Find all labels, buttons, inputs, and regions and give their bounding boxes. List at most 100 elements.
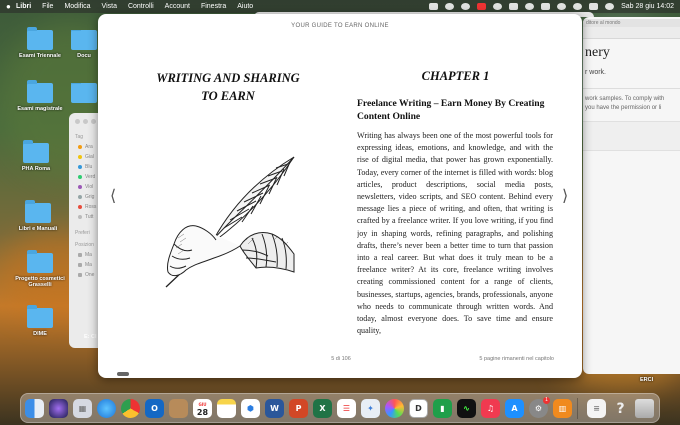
previous-page-button[interactable]: ⟨	[110, 186, 116, 205]
quill-hand-illustration	[165, 156, 295, 288]
book-header: YOUR GUIDE TO EARN ONLINE	[291, 23, 389, 29]
page-number: 5 di 106	[331, 356, 351, 362]
tag-label: Grig	[85, 194, 95, 200]
control-center-icon[interactable]	[589, 3, 599, 10]
calendar-icon[interactable]: GIU 28	[193, 399, 212, 418]
menu-controls[interactable]: Controlli	[128, 3, 154, 10]
photos-viewer-icon[interactable]: ⬢	[241, 399, 260, 418]
divider	[583, 88, 680, 89]
menu-file[interactable]: File	[42, 3, 53, 10]
menu-edit[interactable]: Modifica	[64, 3, 90, 10]
menu-help[interactable]: Aiuto	[237, 3, 253, 10]
tag-label: Ross	[85, 204, 97, 210]
book-reader-window[interactable]: YOUR GUIDE TO EARN ONLINE ⟨ ⟩ WRITING AN…	[98, 14, 582, 378]
next-page-button[interactable]: ⟩	[562, 186, 568, 205]
safari-icon[interactable]	[97, 399, 116, 418]
menu-window[interactable]: Finestra	[201, 3, 226, 10]
folder-icon	[71, 30, 97, 50]
menu-extra-icon[interactable]	[509, 3, 519, 10]
calendar-day: 28	[196, 407, 209, 417]
cloud-icon[interactable]	[461, 3, 471, 10]
dictionary-icon[interactable]: D	[409, 399, 428, 418]
location-label: Ma	[85, 262, 92, 268]
apple-menu-icon[interactable]: ●	[6, 2, 16, 11]
desktop-folder-label: Docu	[77, 53, 91, 59]
tag-color-icon	[78, 205, 82, 209]
desktop-folder[interactable]: Esami Triennale	[10, 27, 70, 59]
left-page-title: WRITING AND SHARING TO EARN	[156, 71, 300, 103]
desktop-folder[interactable]: Progetto cosmetici Grasselli	[10, 250, 70, 288]
search-icon[interactable]	[573, 3, 583, 10]
menu-app-name[interactable]: Libri	[16, 3, 31, 10]
desktop-folder[interactable]: PHA Roma	[6, 140, 66, 172]
word-icon[interactable]: W	[265, 399, 284, 418]
desktop-folder-label: Progetto cosmetici Grasselli	[15, 276, 65, 288]
numbers-icon[interactable]: ▮	[433, 399, 452, 418]
location-label: Ma	[85, 252, 92, 258]
disk-icon	[78, 263, 82, 267]
browser-tab[interactable]: ditore al mondo	[583, 19, 680, 27]
minimize-button[interactable]	[83, 119, 88, 124]
bluetooth-icon[interactable]	[525, 3, 535, 10]
dock: ▦ O GIU 28 ⬢ W P X ☰ ✦ D ▮ ∿ ♫ A ⚙ 1 ▥ ≡…	[20, 393, 660, 423]
folder-icon	[27, 80, 53, 103]
excel-icon[interactable]: X	[313, 399, 332, 418]
notes-icon[interactable]	[169, 399, 188, 418]
wifi-icon[interactable]	[557, 3, 567, 10]
menu-clock[interactable]: Sab 28 giu 14:02	[621, 3, 674, 10]
help-icon[interactable]: ?	[611, 399, 630, 418]
powerpoint-icon[interactable]: P	[289, 399, 308, 418]
desktop-folder-partial[interactable]: Docu	[70, 30, 98, 59]
disk-icon	[78, 253, 82, 257]
cloud-icon	[78, 273, 82, 277]
folder-icon	[71, 83, 97, 103]
finder-icon[interactable]	[25, 399, 44, 418]
battery-icon[interactable]	[541, 3, 551, 10]
chrome-icon[interactable]	[121, 399, 140, 418]
app-store-icon[interactable]: A	[505, 399, 524, 418]
desktop-folder[interactable]: Esami magistrale	[10, 80, 70, 112]
preview-icon[interactable]: ✦	[361, 399, 380, 418]
desktop-folder[interactable]: DIME	[10, 305, 70, 337]
browser-toolbar: ditore al mondo	[583, 19, 680, 39]
content-box	[583, 121, 680, 151]
location-label: One	[85, 272, 95, 278]
outlook-icon[interactable]: O	[145, 399, 164, 418]
chapter-body-text: Writing has always been one of the most …	[357, 131, 553, 336]
desktop-folder-partial[interactable]	[70, 83, 98, 106]
tag-color-icon	[78, 165, 82, 169]
reminders-icon[interactable]: ☰	[337, 399, 356, 418]
books-icon[interactable]: ▥	[553, 399, 572, 418]
folder-icon	[25, 200, 51, 223]
notification-app-icon[interactable]	[477, 3, 487, 10]
desktop-partial-label: ERCI	[640, 377, 654, 383]
window-resize-handle[interactable]	[117, 372, 129, 376]
tag-label: Verd	[85, 174, 96, 180]
activity-monitor-icon[interactable]: ∿	[457, 399, 476, 418]
siri-icon[interactable]	[49, 399, 68, 418]
close-button[interactable]	[75, 119, 80, 124]
chapter-subtitle: Freelance Writing – Earn Money By Creati…	[357, 98, 545, 122]
dropbox-icon[interactable]	[429, 3, 439, 10]
grid-icon[interactable]	[445, 3, 455, 10]
timer-icon[interactable]	[493, 3, 503, 10]
launchpad-icon[interactable]: ▦	[73, 399, 92, 418]
document-icon[interactable]: ≡	[587, 399, 606, 418]
music-icon[interactable]: ♫	[481, 399, 500, 418]
chapter-heading: CHAPTER 1	[421, 69, 490, 83]
photos-icon[interactable]	[385, 399, 404, 418]
trash-icon[interactable]	[635, 399, 654, 418]
tag-color-icon	[78, 215, 82, 219]
background-browser-window[interactable]: ditore al mondo nery r work. work sample…	[583, 17, 680, 374]
desktop-folder-label: DIME	[33, 331, 47, 337]
desktop-partial-label: E: Cl	[84, 334, 97, 340]
desktop-folder-label: Libri e Manuali	[18, 226, 58, 232]
notes-app-icon[interactable]	[217, 399, 236, 418]
desktop-folder[interactable]: Libri e Manuali	[8, 200, 68, 232]
tag-label: Tutt	[85, 214, 94, 220]
menu-account[interactable]: Account	[165, 3, 190, 10]
zoom-button[interactable]	[91, 119, 96, 124]
tag-color-icon	[78, 185, 82, 189]
menu-view[interactable]: Vista	[102, 3, 117, 10]
siri-icon[interactable]	[605, 3, 615, 10]
